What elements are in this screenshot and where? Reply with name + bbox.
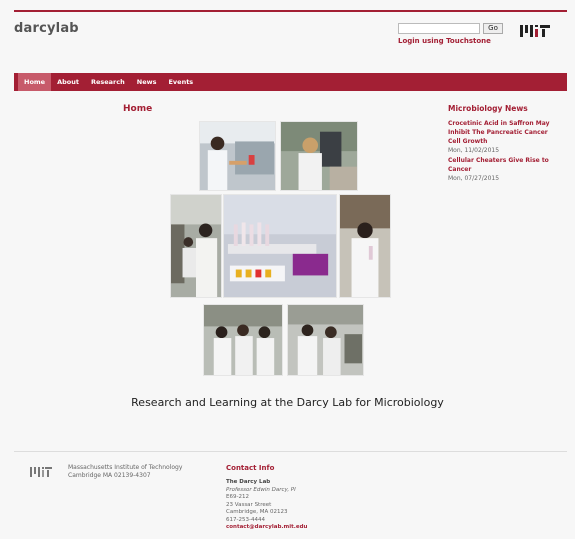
- footer-institution: Massachusetts Institute of Technology Ca…: [68, 464, 182, 480]
- news-sidebar: Microbiology News Crocetinic Acid in Saf…: [448, 104, 558, 184]
- news-item-link[interactable]: Cellular Cheaters Give Rise to Cancer: [448, 156, 558, 174]
- nav-events[interactable]: Events: [162, 73, 199, 91]
- mit-logo-footer[interactable]: [30, 463, 52, 477]
- mit-logo[interactable]: [520, 23, 550, 39]
- main-navigation: Home About Research News Events: [14, 73, 567, 91]
- site-name[interactable]: darcylab: [14, 21, 79, 36]
- institution-name: Massachusetts Institute of Technology: [68, 464, 183, 471]
- go-button[interactable]: Go: [483, 23, 503, 34]
- lab-photo-1: [199, 121, 276, 191]
- page-title: Home: [123, 104, 153, 114]
- page-tagline: Research and Learning at the Darcy Lab f…: [131, 396, 444, 409]
- news-item-link[interactable]: Crocetinic Acid in Saffron May Inhibit T…: [448, 119, 558, 146]
- contact-room: E69-212: [226, 494, 249, 500]
- nav-about[interactable]: About: [51, 73, 85, 91]
- contact-heading: Contact Info: [226, 464, 275, 472]
- search-input[interactable]: [398, 23, 480, 34]
- lab-photo-7: [287, 304, 364, 376]
- nav-home[interactable]: Home: [18, 73, 52, 91]
- lab-photo-6: [203, 304, 283, 376]
- lab-photo-4: [223, 194, 337, 298]
- search-form: Go: [398, 23, 503, 34]
- news-item-date: Mon, 11/02/2015: [448, 147, 500, 154]
- nav-news[interactable]: News: [131, 73, 163, 91]
- contact-city: Cambridge, MA 02123: [226, 509, 288, 515]
- news-item-date: Mon, 07/27/2015: [448, 175, 500, 182]
- nav-research[interactable]: Research: [85, 73, 131, 91]
- contact-street: 23 Vassar Street: [226, 501, 272, 508]
- news-heading: Microbiology News: [448, 104, 528, 113]
- contact-phone: 617-253-4444: [226, 516, 265, 523]
- contact-lab-name: The Darcy Lab: [226, 479, 271, 485]
- lab-photo-5: [339, 194, 391, 298]
- lab-photo-3: [170, 194, 222, 298]
- contact-info: Contact Info The Darcy Lab Professor Edw…: [226, 464, 406, 532]
- contact-professor: Professor Edwin Darcy, PI: [226, 486, 296, 493]
- institution-address: Cambridge MA 02139-4307: [68, 472, 151, 479]
- lab-photo-2: [280, 121, 358, 191]
- contact-email[interactable]: contact@darcylab.mit.edu: [226, 524, 406, 532]
- login-touchstone-link[interactable]: Login using Touchstone: [398, 37, 491, 45]
